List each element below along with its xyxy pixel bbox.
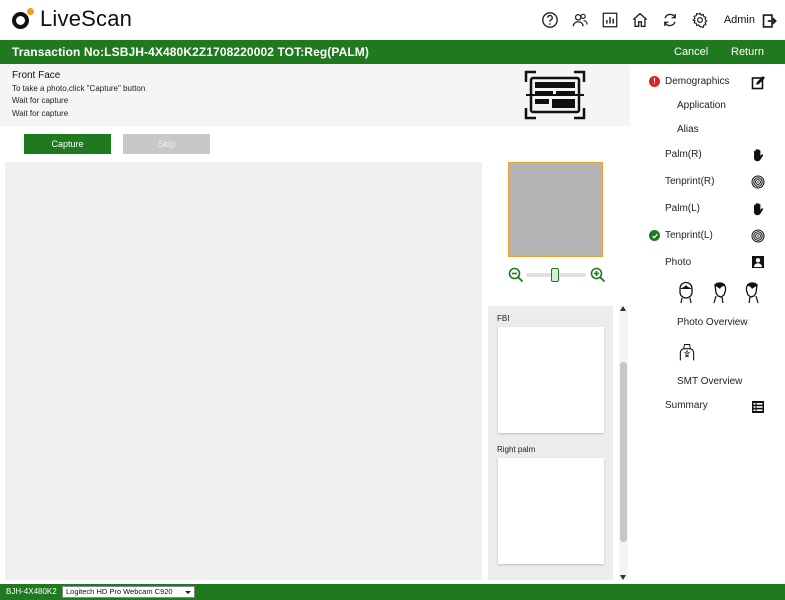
zoom-out-icon[interactable] <box>508 267 524 283</box>
camera-preview-area <box>5 162 482 580</box>
right-palm-image-slot[interactable] <box>498 458 604 564</box>
workstation-id: BJH-4X480K2 <box>6 587 57 596</box>
nav-tenprint-left[interactable]: Tenprint(L) <box>665 230 713 241</box>
settings-gear-icon[interactable] <box>690 10 710 30</box>
instruction-title: Front Face <box>12 70 61 81</box>
home-icon[interactable] <box>630 10 650 30</box>
scrollbar-thumb[interactable] <box>620 362 627 542</box>
fingerprint-icon <box>751 229 765 243</box>
users-icon[interactable] <box>570 10 590 30</box>
top-header: LiveScan Admin <box>0 0 785 40</box>
scroll-up-icon[interactable] <box>620 306 626 311</box>
transaction-number: Transaction No:LSBJH-4X480K2Z1708220002 … <box>12 45 369 59</box>
skip-button[interactable]: Skip <box>123 134 210 154</box>
nav-palm-right[interactable]: Palm(R) <box>665 149 702 160</box>
logout-icon[interactable] <box>761 12 777 28</box>
zoom-in-icon[interactable] <box>590 267 606 283</box>
help-icon[interactable] <box>540 10 560 30</box>
face-front-icon[interactable] <box>676 280 696 304</box>
face-left-profile-icon[interactable] <box>709 280 729 304</box>
scroll-down-icon[interactable] <box>620 575 626 580</box>
fbi-image-slot[interactable] <box>498 327 604 433</box>
cancel-button[interactable]: Cancel <box>674 46 708 58</box>
camera-select[interactable]: Logitech HD Pro Webcam C920 <box>62 586 195 598</box>
transaction-bar: Transaction No:LSBJH-4X480K2Z1708220002 … <box>0 40 785 64</box>
panel-scrollbar[interactable] <box>619 306 628 580</box>
logo-icon <box>10 7 34 31</box>
palm-hand-icon <box>751 202 765 216</box>
zoom-control <box>508 266 606 284</box>
top-toolbar: Admin <box>530 10 777 30</box>
fbi-label: FBI <box>497 314 510 323</box>
nav-alias[interactable]: Alias <box>677 124 699 135</box>
zoom-slider-handle[interactable] <box>551 268 559 282</box>
workflow-nav: ! Demographics Application Alias Palm(R)… <box>630 64 785 584</box>
chevron-down-icon <box>185 591 191 594</box>
error-status-icon: ! <box>649 76 660 87</box>
camera-select-value: Logitech HD Pro Webcam C920 <box>66 587 173 596</box>
instruction-line: Wait for capture <box>12 109 69 118</box>
instruction-line: Wait for capture <box>12 96 69 105</box>
complete-check-icon <box>649 230 660 241</box>
capture-button[interactable]: Capture <box>24 134 111 154</box>
smt-tattoo-icon[interactable] <box>677 340 701 364</box>
photo-portrait-icon <box>751 255 765 269</box>
reports-chart-icon[interactable] <box>600 10 620 30</box>
nav-photo[interactable]: Photo <box>665 257 691 268</box>
face-right-profile-icon[interactable] <box>743 280 763 304</box>
edit-icon[interactable] <box>751 76 765 90</box>
app-title: LiveScan <box>40 6 133 31</box>
photo-thumbnail[interactable] <box>508 162 603 257</box>
status-bar: BJH-4X480K2 Logitech HD Pro Webcam C920 <box>0 584 785 600</box>
nav-summary[interactable]: Summary <box>665 400 708 411</box>
summary-list-icon <box>751 400 765 414</box>
right-palm-label: Right palm <box>497 445 536 454</box>
refresh-icon[interactable] <box>660 10 680 30</box>
nav-demographics[interactable]: Demographics <box>665 76 729 87</box>
nav-tenprint-right[interactable]: Tenprint(R) <box>665 176 714 187</box>
id-card-scan-icon <box>524 70 586 120</box>
return-button[interactable]: Return <box>731 46 764 58</box>
capture-list-panel: FBI Right palm <box>488 306 613 580</box>
nav-smt-overview[interactable]: SMT Overview <box>677 376 742 387</box>
palm-hand-icon <box>751 148 765 162</box>
nav-photo-overview[interactable]: Photo Overview <box>677 317 748 328</box>
fingerprint-icon <box>751 175 765 189</box>
nav-application[interactable]: Application <box>677 100 726 111</box>
user-name[interactable]: Admin <box>724 14 755 26</box>
instruction-panel: Front Face To take a photo,click "Captur… <box>0 64 630 126</box>
instruction-line: To take a photo,click "Capture" button <box>12 84 146 93</box>
nav-palm-left[interactable]: Palm(L) <box>665 203 700 214</box>
app-logo: LiveScan <box>10 6 132 32</box>
